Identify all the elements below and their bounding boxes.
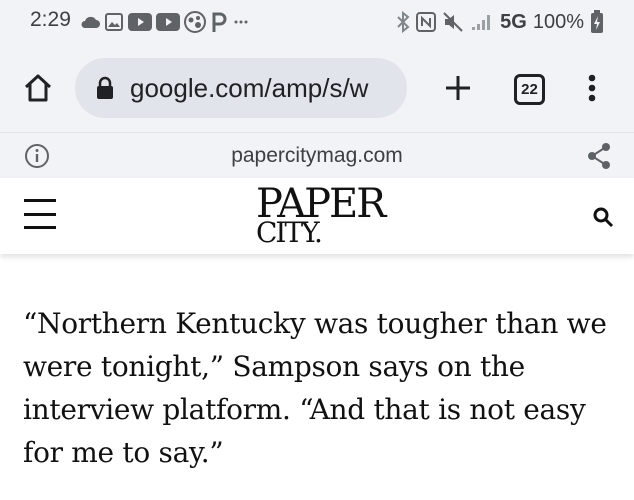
youtube-icon <box>156 13 180 31</box>
search-icon[interactable] <box>592 206 614 228</box>
battery-percent: 100% <box>532 10 584 33</box>
notification-icons <box>80 10 250 34</box>
overflow-menu-icon <box>588 74 596 102</box>
overflow-menu-button[interactable] <box>574 68 610 108</box>
bluetooth-icon <box>397 11 410 33</box>
home-icon <box>24 74 52 102</box>
amp-info-bar: papercitymag.com <box>0 132 634 178</box>
omnibox[interactable]: google.com/amp/s/w <box>75 58 407 118</box>
status-time: 2:29 <box>30 8 71 31</box>
logo-line2: CITY. <box>256 216 323 249</box>
lock-icon <box>97 76 113 99</box>
youtube-icon <box>128 13 152 31</box>
assistant-icon <box>184 11 206 33</box>
browser-toolbar: google.com/amp/s/w 22 <box>0 44 634 132</box>
home-button[interactable] <box>18 68 58 108</box>
network-type: 5G <box>500 10 527 33</box>
site-header: PAPER CITY. <box>0 178 634 254</box>
new-tab-button[interactable] <box>438 68 478 108</box>
tab-count: 22 <box>521 81 538 98</box>
amp-domain[interactable]: papercitymag.com <box>0 144 634 168</box>
cloud-icon <box>81 16 100 28</box>
hamburger-menu-icon[interactable] <box>24 199 56 229</box>
image-icon <box>105 13 123 31</box>
signal-icon <box>472 15 491 30</box>
battery-charging-icon <box>591 10 603 33</box>
site-logo[interactable]: PAPER CITY. <box>254 184 404 248</box>
article-paragraph: “Northern Kentucky was tougher than we w… <box>23 307 607 469</box>
system-icons: 5G 100% <box>396 8 604 36</box>
share-icon[interactable] <box>586 142 612 170</box>
url-text[interactable]: google.com/amp/s/w <box>130 73 368 104</box>
nfc-icon <box>416 12 437 32</box>
pinterest-icon <box>212 12 227 32</box>
more-dots-icon <box>234 20 248 24</box>
mute-icon <box>443 12 463 32</box>
tab-switcher-button[interactable]: 22 <box>514 74 545 105</box>
plus-icon <box>446 76 470 100</box>
status-bar: 2:29 5G 100% <box>0 0 634 44</box>
article-body: “Northern Kentucky was tougher than we w… <box>0 254 634 500</box>
